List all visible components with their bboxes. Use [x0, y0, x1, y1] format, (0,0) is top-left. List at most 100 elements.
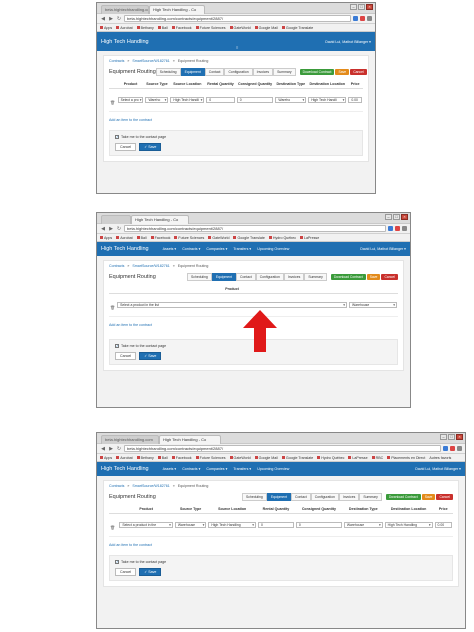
- take-me-checkbox-row[interactable]: ✓ Take me to the contact page: [115, 559, 447, 564]
- menu-transfers[interactable]: Transfers ▾: [233, 467, 251, 471]
- cancel-button[interactable]: Cancel: [350, 69, 367, 75]
- extension-icon[interactable]: [353, 16, 358, 21]
- close-window-button[interactable]: ×: [366, 4, 373, 10]
- consigned-quantity-input[interactable]: 0: [236, 96, 274, 103]
- bookmark-item[interactable]: Ball: [157, 456, 168, 460]
- menu-companies[interactable]: Companies ▾: [206, 247, 227, 251]
- form-save-button[interactable]: ✓ Save: [139, 142, 162, 151]
- breadcrumb-contract[interactable]: SmartSource/W182761: [132, 264, 169, 268]
- price-input[interactable]: 0.00: [348, 96, 362, 103]
- close-window-button[interactable]: ×: [456, 434, 463, 440]
- user-menu[interactable]: David Lui, Mathot Billanger ▾: [415, 467, 461, 471]
- forward-icon[interactable]: ▶: [108, 226, 114, 232]
- bookmark-item[interactable]: Google Mail: [254, 456, 278, 460]
- browser-tab-inactive[interactable]: beta.hightechhandling.com: [101, 5, 149, 14]
- product-select[interactable]: Select a pro: [117, 96, 144, 103]
- brand-title[interactable]: High Tech Handling: [101, 39, 149, 45]
- tab-summary[interactable]: Summary: [304, 273, 327, 281]
- bookmark-item[interactable]: Acrobat: [116, 456, 133, 460]
- bookmark-item[interactable]: Placements en Direct: [387, 456, 425, 460]
- bookmark-item[interactable]: LaPresse: [300, 236, 319, 240]
- minimize-button[interactable]: –: [350, 4, 357, 10]
- menu-upcoming[interactable]: Upcoming Overview: [257, 247, 289, 251]
- source-type-select[interactable]: Wareho: [145, 96, 169, 103]
- bookmark-item[interactable]: Hydro Québec: [268, 236, 296, 240]
- close-window-button[interactable]: ×: [401, 214, 408, 220]
- tab-equipment[interactable]: Equipment: [180, 68, 205, 76]
- tab-configuration[interactable]: Configuration: [255, 273, 284, 281]
- source-location-select[interactable]: High Tech Handli: [170, 96, 205, 103]
- tab-scheduling[interactable]: Scheduling: [155, 68, 181, 76]
- nav-toggle-icon[interactable]: ≡: [236, 45, 238, 50]
- bookmark-item[interactable]: Acrobat: [116, 26, 133, 30]
- menu-contracts[interactable]: Contracts ▾: [182, 467, 200, 471]
- source-type-select[interactable]: Warehouse: [349, 301, 397, 308]
- destination-location-select[interactable]: High Tech Handling: [384, 521, 433, 528]
- breadcrumb-contract[interactable]: SmartSource/W182761: [132, 59, 169, 63]
- forward-icon[interactable]: ▶: [108, 446, 114, 452]
- bookmark-item[interactable]: Future Sciences: [174, 236, 204, 240]
- menu-upcoming[interactable]: Upcoming Overview: [257, 467, 289, 471]
- source-type-select[interactable]: Warehouse: [174, 521, 207, 528]
- trash-icon[interactable]: 🗑: [110, 305, 115, 310]
- bookmark-item[interactable]: Google Translate: [281, 456, 313, 460]
- checkbox[interactable]: ✓: [115, 559, 119, 564]
- download-contract-button[interactable]: Download Contract: [299, 69, 335, 75]
- back-icon[interactable]: ◀: [100, 446, 106, 452]
- user-menu[interactable]: David Lui, Mathot Billanger ▾: [325, 40, 371, 44]
- form-cancel-button[interactable]: Cancel: [115, 567, 137, 576]
- consigned-quantity-input[interactable]: 0: [295, 521, 342, 528]
- back-icon[interactable]: ◀: [100, 226, 106, 232]
- bookmark-item[interactable]: Facebook: [150, 236, 170, 240]
- form-save-button[interactable]: ✓ Save: [139, 567, 162, 576]
- tab-equipment[interactable]: Equipment: [266, 493, 292, 501]
- checkbox[interactable]: ✓: [115, 343, 119, 348]
- form-save-button[interactable]: ✓ Save: [139, 351, 162, 360]
- tab-contact[interactable]: Contact: [204, 68, 225, 76]
- minimize-button[interactable]: –: [385, 214, 392, 220]
- tab-scheduling[interactable]: Scheduling: [187, 273, 212, 281]
- bookmark-item[interactable]: Google Translate: [233, 236, 265, 240]
- breadcrumb-contract[interactable]: SmartSource/W182761: [132, 484, 169, 488]
- source-location-select[interactable]: High Tech Handling: [208, 521, 256, 528]
- forward-icon[interactable]: ▶: [108, 16, 114, 22]
- trash-icon[interactable]: 🗑: [110, 100, 115, 105]
- bookmark-item[interactable]: LaPresse: [348, 456, 368, 460]
- menu-contracts[interactable]: Contracts ▾: [182, 247, 200, 251]
- browser-tab-inactive[interactable]: [101, 215, 131, 224]
- breadcrumb-contracts[interactable]: Contracts: [109, 59, 124, 63]
- browser-tab-inactive[interactable]: beta.hightechhandling.com: [101, 435, 159, 444]
- bookmark-item[interactable]: GateWorld: [229, 456, 251, 460]
- destination-type-select[interactable]: Warehouse: [343, 521, 383, 528]
- bookmark-item[interactable]: Future Sciences: [195, 26, 226, 30]
- bookmark-item[interactable]: Apps: [100, 236, 112, 240]
- bookmark-item[interactable]: Hydro Québec: [317, 456, 344, 460]
- download-contract-button[interactable]: Download Contract: [330, 274, 366, 280]
- extension-icon[interactable]: [443, 446, 448, 451]
- breadcrumb-contracts[interactable]: Contracts: [109, 264, 124, 268]
- save-button[interactable]: Save: [421, 494, 436, 500]
- gmail-icon[interactable]: [395, 226, 400, 231]
- cancel-button[interactable]: Cancel: [436, 494, 453, 500]
- add-item-link[interactable]: Add an item to the contract: [109, 543, 453, 547]
- reload-icon[interactable]: ↻: [116, 226, 122, 232]
- tab-scheduling[interactable]: Scheduling: [242, 493, 267, 501]
- brand-title[interactable]: High Tech Handling: [101, 466, 149, 472]
- bookmark-item[interactable]: GateWorld: [208, 236, 229, 240]
- tab-contact[interactable]: Contact: [236, 273, 256, 281]
- user-menu[interactable]: David Lui, Mathot Billanger ▾: [360, 247, 406, 251]
- bookmark-item[interactable]: GateWorld: [229, 26, 251, 30]
- bookmark-item[interactable]: Bethany: [136, 456, 154, 460]
- tab-summary[interactable]: Summary: [273, 68, 296, 76]
- download-contract-button[interactable]: Download Contract: [385, 494, 421, 500]
- tab-configuration[interactable]: Configuration: [224, 68, 253, 76]
- menu-assets[interactable]: Assets ▾: [163, 467, 177, 471]
- browser-tab-active[interactable]: High Tech Handling - Co: [131, 215, 189, 224]
- tab-summary[interactable]: Summary: [359, 493, 382, 501]
- brand-title[interactable]: High Tech Handling: [101, 246, 149, 252]
- bookmark-item[interactable]: Apps: [100, 456, 112, 460]
- menu-icon[interactable]: [367, 16, 372, 21]
- maximize-button[interactable]: □: [448, 434, 455, 440]
- bookmark-item[interactable]: Google Translate: [281, 26, 313, 30]
- menu-transfers[interactable]: Transfers ▾: [233, 247, 251, 251]
